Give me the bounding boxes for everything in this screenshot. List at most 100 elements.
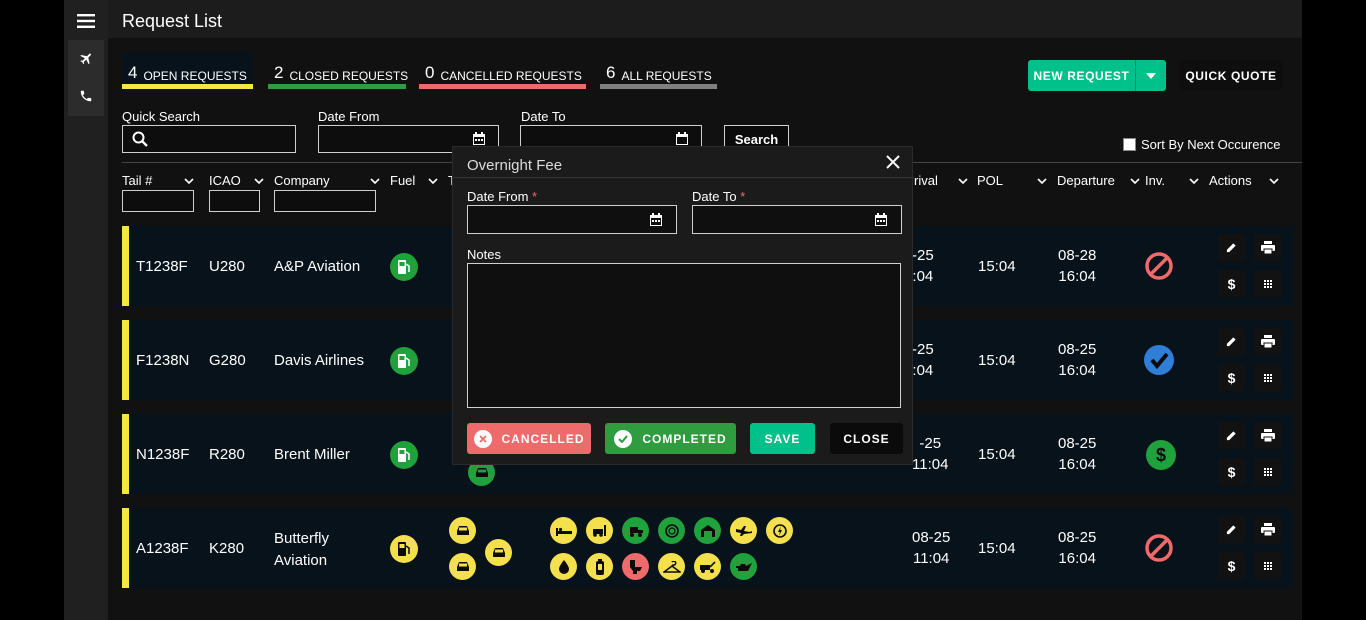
chevron-down-icon[interactable] [184, 178, 194, 185]
grid-icon[interactable] [1254, 270, 1281, 297]
fuel-pump-icon[interactable] [390, 535, 418, 563]
edit-icon[interactable] [1218, 234, 1245, 261]
col-title: POL [977, 173, 1004, 188]
bed-icon[interactable] [550, 517, 577, 544]
water-drop-icon[interactable] [550, 553, 577, 580]
modal-date-to-input[interactable] [692, 205, 902, 234]
company-line2: Aviation [274, 552, 328, 569]
fuel-pump-icon[interactable] [390, 441, 418, 469]
chevron-down-icon[interactable] [1269, 178, 1279, 185]
cancelled-button[interactable]: CANCELLED [467, 423, 591, 454]
table-row[interactable]: A1238F K280 Butterfly Aviation 08-25 11:04… [122, 508, 1294, 588]
oil-can-icon[interactable] [730, 553, 757, 580]
check-icon[interactable] [1144, 345, 1174, 375]
power-icon[interactable] [766, 517, 793, 544]
new-request-button[interactable]: NEW REQUEST [1028, 60, 1166, 91]
quick-quote-button[interactable]: QUICK QUOTE [1180, 60, 1282, 91]
cylinder-icon[interactable] [586, 553, 613, 580]
completed-button[interactable]: COMPLETED [605, 423, 736, 454]
sort-next-occurrence[interactable]: Sort By Next Occurence [1123, 137, 1280, 152]
grid-icon[interactable] [1254, 552, 1281, 579]
chevron-down-icon[interactable] [1130, 178, 1140, 185]
grid-icon[interactable] [1254, 364, 1281, 391]
tab-open-requests[interactable]: 4 OPEN REQUESTS [122, 52, 253, 89]
new-request-label[interactable]: NEW REQUEST [1028, 60, 1136, 91]
tab-all-requests[interactable]: 6 ALL REQUESTS [600, 52, 717, 89]
chevron-down-icon[interactable] [254, 178, 264, 185]
icao-cell: G280 [209, 352, 246, 369]
print-icon[interactable] [1254, 422, 1281, 449]
chevron-down-icon[interactable] [1037, 178, 1047, 185]
date-from-text: Date From [467, 189, 529, 204]
quick-search-input[interactable] [122, 125, 296, 153]
edit-icon[interactable] [1218, 328, 1245, 355]
tab-cancelled-requests[interactable]: 0 CANCELLED REQUESTS [419, 52, 586, 89]
col-header-inv[interactable]: Inv. [1145, 173, 1165, 188]
chevron-down-icon[interactable] [370, 178, 380, 185]
tow-truck-icon[interactable] [694, 553, 721, 580]
grid-icon[interactable] [1254, 458, 1281, 485]
tab-count: 6 [606, 63, 616, 82]
col-title: Actions [1209, 173, 1252, 188]
col-header-company[interactable]: Company [274, 173, 330, 188]
edit-icon[interactable] [1218, 516, 1245, 543]
forklift-icon[interactable] [586, 517, 613, 544]
dollar-icon[interactable]: $ [1218, 458, 1245, 485]
col-header-arrival[interactable]: rival [914, 173, 938, 188]
print-icon[interactable] [1254, 328, 1281, 355]
col-header-departure[interactable]: Departure [1057, 173, 1115, 188]
calendar-icon[interactable] [675, 132, 689, 146]
filter-company-input[interactable] [274, 190, 376, 212]
col-header-actions[interactable]: Actions [1209, 173, 1252, 188]
hanger-cloth-icon[interactable] [658, 553, 685, 580]
tab-label: CANCELLED REQUESTS [440, 69, 582, 83]
car-icon[interactable] [485, 539, 512, 566]
print-icon[interactable] [1254, 234, 1281, 261]
edit-icon[interactable] [1218, 422, 1245, 449]
calendar-icon[interactable] [874, 213, 888, 227]
cancel-icon[interactable] [1144, 533, 1174, 563]
dollar-icon[interactable]: $ [1218, 364, 1245, 391]
dollar-status-icon[interactable]: $ [1146, 440, 1176, 470]
plane-tow-icon[interactable] [730, 517, 757, 544]
filter-icao-input[interactable] [209, 190, 260, 212]
fuel-pump-icon[interactable] [390, 253, 418, 281]
tab-closed-requests[interactable]: 2 CLOSED REQUESTS [268, 52, 408, 89]
tractor-icon[interactable] [622, 517, 649, 544]
search-icon [132, 131, 148, 147]
calendar-icon[interactable] [472, 132, 486, 146]
cancel-icon[interactable] [1144, 251, 1174, 281]
date-from-label: Date From [318, 109, 380, 124]
close-button[interactable]: CLOSE [830, 423, 903, 454]
catering-icon[interactable] [658, 517, 685, 544]
close-icon[interactable] [884, 153, 902, 171]
col-header-fuel[interactable]: Fuel [390, 173, 415, 188]
chevron-down-icon[interactable] [1136, 60, 1166, 91]
col-title: Inv. [1145, 173, 1165, 188]
filter-tail-input[interactable] [122, 190, 194, 212]
company-cell: Davis Airlines [274, 352, 365, 369]
col-header-pol[interactable]: POL [977, 173, 1003, 188]
hangar-icon[interactable] [694, 517, 721, 544]
car-icon[interactable] [449, 517, 476, 544]
hamburger-menu-icon[interactable] [72, 7, 100, 35]
chevron-down-icon[interactable] [958, 178, 968, 185]
fuel-pump-icon[interactable] [390, 347, 418, 375]
date-to-label: Date To * [692, 189, 745, 204]
phone-icon[interactable] [72, 82, 100, 110]
modal-date-from-input[interactable] [467, 205, 677, 234]
chevron-down-icon[interactable] [428, 178, 438, 185]
save-button[interactable]: SAVE [750, 423, 815, 454]
airplane-icon[interactable] [72, 44, 100, 72]
lavatory-icon[interactable] [622, 553, 649, 580]
col-header-icao[interactable]: ICAO [209, 173, 241, 188]
print-icon[interactable] [1254, 516, 1281, 543]
dollar-icon[interactable]: $ [1218, 270, 1245, 297]
car-icon[interactable] [449, 553, 476, 580]
calendar-icon[interactable] [649, 213, 663, 227]
sort-checkbox[interactable] [1123, 138, 1136, 151]
notes-textarea[interactable] [467, 263, 901, 408]
chevron-down-icon[interactable] [1189, 178, 1199, 185]
dollar-icon[interactable]: $ [1218, 552, 1245, 579]
col-header-tail[interactable]: Tail # [122, 173, 152, 188]
